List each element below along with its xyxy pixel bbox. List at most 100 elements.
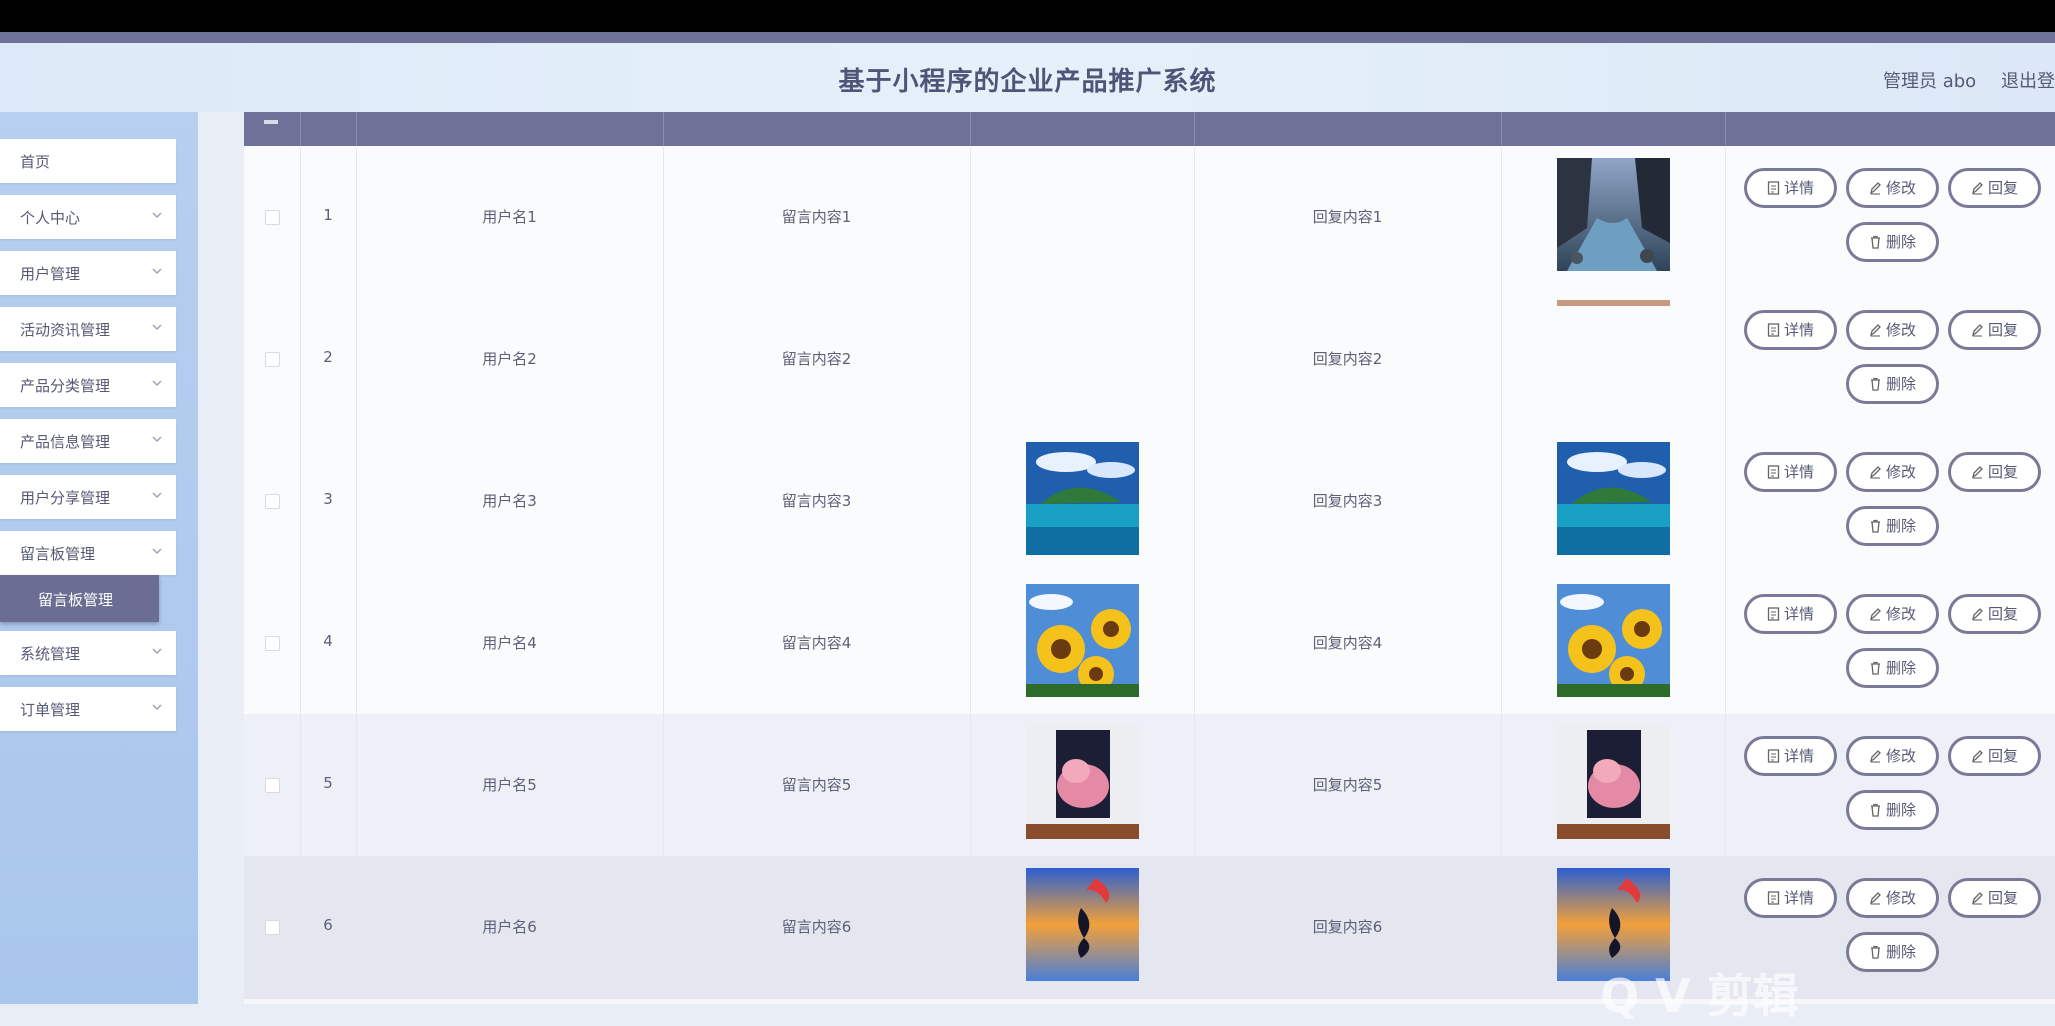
detail-button[interactable]: 详情 [1744, 594, 1837, 634]
row-index: 6 [323, 916, 333, 934]
table-row: 4 用户名4 留言内容4 回复内容4 详情 修改 回复 删除 [244, 572, 2055, 715]
edit-button[interactable]: 修改 [1846, 310, 1939, 350]
video-watermark: Q V 剪辑 [1600, 969, 1799, 1023]
chevron-down-icon [152, 324, 162, 330]
reply-image [1557, 584, 1670, 697]
cell-divider [970, 146, 971, 288]
logout-link[interactable]: 退出登 [2001, 67, 2055, 93]
sidebar-item-profile[interactable]: 个人中心 [0, 195, 176, 239]
chevron-down-icon [152, 492, 162, 498]
sidebar-item-label: 产品分类管理 [20, 377, 111, 395]
row-reply: 回复内容1 [1312, 208, 1383, 226]
header-divider [1501, 112, 1502, 146]
detail-label: 详情 [1783, 747, 1814, 765]
edit-icon [1869, 179, 1886, 197]
delete-button[interactable]: 删除 [1846, 790, 1939, 830]
message-image [1026, 584, 1139, 697]
cell-divider [970, 714, 971, 856]
admin-username: 管理员 abo [1883, 71, 1977, 92]
sidebar-item-system[interactable]: 系统管理 [0, 631, 176, 675]
row-username: 用户名4 [482, 634, 537, 652]
reply-label: 回复 [1987, 179, 2018, 197]
header-divider [300, 112, 301, 146]
detail-icon [1767, 605, 1784, 623]
cell-divider [1725, 288, 1726, 430]
row-username: 用户名6 [482, 918, 537, 936]
sidebar-item-label: 订单管理 [20, 701, 81, 719]
header-divider [356, 112, 357, 146]
sidebar-item-label: 个人中心 [20, 209, 81, 227]
sidebar-item-product-category[interactable]: 产品分类管理 [0, 363, 176, 407]
select-all-checkbox[interactable] [264, 120, 278, 124]
row-message: 留言内容3 [781, 492, 852, 510]
reply-icon [1971, 605, 1988, 623]
reply-button[interactable]: 回复 [1948, 452, 2041, 492]
row-checkbox[interactable] [265, 778, 280, 793]
row-index: 3 [323, 490, 333, 508]
sidebar-item-label: 系统管理 [20, 645, 81, 663]
row-checkbox[interactable] [265, 494, 280, 509]
reply-image [1557, 442, 1670, 555]
app-header: 基于小程序的企业产品推广系统 管理员 abo 退出登 [0, 43, 2055, 112]
sidebar-item-activity-news[interactable]: 活动资讯管理 [0, 307, 176, 351]
sidebar-item-message-board[interactable]: 留言板管理 [0, 531, 176, 575]
cell-divider [1725, 430, 1726, 572]
detail-button[interactable]: 详情 [1744, 168, 1837, 208]
row-username: 用户名3 [482, 492, 537, 510]
detail-icon [1767, 463, 1784, 481]
delete-icon [1869, 659, 1886, 677]
reply-button[interactable]: 回复 [1948, 168, 2041, 208]
cell-divider [1501, 714, 1502, 856]
edit-button[interactable]: 修改 [1846, 736, 1939, 776]
edit-label: 修改 [1885, 889, 1916, 907]
sidebar-item-home[interactable]: 首页 [0, 139, 176, 183]
edit-button[interactable]: 修改 [1846, 878, 1939, 918]
row-username: 用户名5 [482, 776, 537, 794]
row-checkbox[interactable] [265, 920, 280, 935]
delete-button[interactable]: 删除 [1846, 364, 1939, 404]
reply-button[interactable]: 回复 [1948, 594, 2041, 634]
detail-button[interactable]: 详情 [1744, 310, 1837, 350]
edit-button[interactable]: 修改 [1846, 168, 1939, 208]
reply-icon [1971, 889, 1988, 907]
header-divider [663, 112, 664, 146]
detail-button[interactable]: 详情 [1744, 452, 1837, 492]
message-table: 1 用户名1 留言内容1 回复内容1 详情 修改 回复 删除 2 用户名2 留言内容2 回复内容2 … [244, 112, 2055, 1004]
cell-divider [1725, 146, 1726, 288]
reply-icon [1971, 179, 1988, 197]
detail-icon [1767, 889, 1784, 907]
sidebar-item-user-share[interactable]: 用户分享管理 [0, 475, 176, 519]
sidebar-item-product-info[interactable]: 产品信息管理 [0, 419, 176, 463]
reply-button[interactable]: 回复 [1948, 878, 2041, 918]
row-checkbox[interactable] [265, 352, 280, 367]
edit-button[interactable]: 修改 [1846, 594, 1939, 634]
delete-icon [1869, 801, 1886, 819]
row-message: 留言内容5 [781, 776, 852, 794]
detail-button[interactable]: 详情 [1744, 736, 1837, 776]
sidebar-item-users[interactable]: 用户管理 [0, 251, 176, 295]
sidebar-item-orders[interactable]: 订单管理 [0, 687, 176, 731]
detail-button[interactable]: 详情 [1744, 878, 1837, 918]
edit-button[interactable]: 修改 [1846, 452, 1939, 492]
delete-button[interactable]: 删除 [1846, 932, 1939, 972]
row-reply: 回复内容6 [1312, 918, 1383, 936]
delete-label: 删除 [1885, 517, 1916, 535]
detail-label: 详情 [1783, 889, 1814, 907]
sidebar-subitem-message-board[interactable]: 留言板管理 [0, 575, 159, 622]
delete-button[interactable]: 删除 [1846, 506, 1939, 546]
cell-divider [970, 288, 971, 430]
row-checkbox[interactable] [265, 636, 280, 651]
cell-divider [1501, 146, 1502, 288]
cell-divider [1501, 856, 1502, 998]
chevron-down-icon [152, 380, 162, 386]
delete-label: 删除 [1885, 375, 1916, 393]
sidebar-item-label: 用户管理 [20, 265, 81, 283]
delete-button[interactable]: 删除 [1846, 222, 1939, 262]
delete-button[interactable]: 删除 [1846, 648, 1939, 688]
reply-button[interactable]: 回复 [1948, 736, 2041, 776]
reply-button[interactable]: 回复 [1948, 310, 2041, 350]
row-checkbox[interactable] [265, 210, 280, 225]
chevron-down-icon [152, 268, 162, 274]
edit-label: 修改 [1885, 321, 1916, 339]
reply-image [1557, 158, 1670, 271]
